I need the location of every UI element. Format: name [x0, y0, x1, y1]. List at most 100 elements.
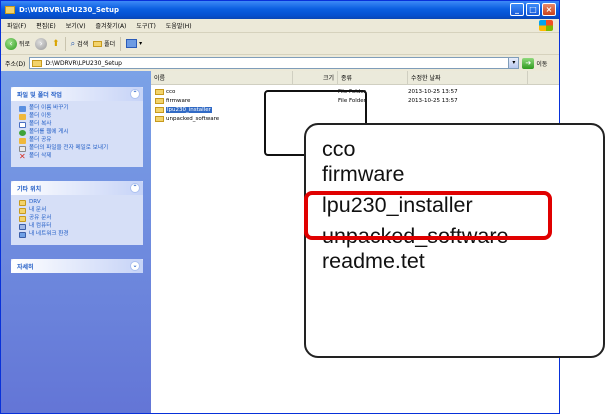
details-title: 자세히 — [17, 263, 34, 271]
other-places-header[interactable]: 기타 위치 ⌃ — [11, 181, 143, 195]
file-tasks-panel: 파일 및 폴더 작업 ⌃ 폴더 이름 바꾸기 폴더 이동 폴더 복사 폴더를 웹… — [11, 87, 143, 167]
installer-highlight-box — [304, 191, 552, 240]
shared-documents-icon — [19, 216, 26, 222]
other-places-title: 기타 위치 — [17, 185, 42, 193]
folder-icon — [155, 115, 164, 122]
task-label: 폴더 이동 — [29, 113, 52, 119]
folders-button[interactable]: 폴더 — [93, 39, 115, 48]
go-arrow-icon: ➔ — [522, 57, 535, 69]
menu-edit[interactable]: 편집(E) — [36, 21, 56, 30]
place-label: 공유 문서 — [29, 215, 52, 221]
place-shared-documents[interactable]: 공유 문서 — [19, 215, 137, 222]
place-label: 내 컴퓨터 — [29, 223, 52, 229]
task-copy-folder[interactable]: 폴더 복사 — [19, 121, 137, 128]
place-my-computer[interactable]: 내 컴퓨터 — [19, 223, 137, 230]
task-share-folder[interactable]: 폴더 공유 — [19, 137, 137, 144]
dropdown-arrow-icon: ▾ — [139, 40, 143, 47]
menu-view[interactable]: 보기(V) — [66, 21, 86, 30]
place-label: 내 문서 — [29, 207, 47, 213]
share-icon — [19, 138, 26, 144]
close-button[interactable]: × — [542, 3, 556, 16]
forward-button[interactable]: › — [35, 37, 48, 50]
folder-icon — [155, 97, 164, 104]
column-type[interactable]: 종류 — [338, 71, 408, 84]
file-name: unpacked_software — [166, 115, 220, 122]
menu-help[interactable]: 도움말(H) — [166, 21, 192, 30]
forward-arrow-icon: › — [35, 37, 48, 50]
menu-favorites[interactable]: 즐겨찾기(A) — [96, 21, 127, 30]
file-date: 2013-10-25 13:57 — [408, 97, 458, 104]
task-label: 폴더를 웹에 게시 — [29, 129, 69, 135]
task-pane: 파일 및 폴더 작업 ⌃ 폴더 이름 바꾸기 폴더 이동 폴더 복사 폴더를 웹… — [1, 71, 151, 413]
place-my-documents[interactable]: 내 문서 — [19, 207, 137, 214]
move-icon — [19, 114, 26, 120]
collapse-chevron-icon[interactable]: ⌃ — [130, 183, 140, 193]
address-input[interactable]: D:\WDRVR\LPU230_Setup ▾ — [29, 57, 520, 69]
task-rename-folder[interactable]: 폴더 이름 바꾸기 — [19, 105, 137, 112]
menu-tools[interactable]: 도구(T) — [136, 21, 155, 30]
details-header[interactable]: 자세히 ⌄ — [11, 259, 143, 273]
task-label: 폴더의 파일을 전자 메일로 보내기 — [29, 145, 109, 151]
file-name: lpu230_installer — [166, 106, 212, 113]
place-label: DRV — [29, 199, 41, 205]
column-size[interactable]: 크기 — [293, 71, 338, 84]
details-panel: 자세히 ⌄ — [11, 259, 143, 273]
zoom-callout: cco firmware lpu230_installer unpacked_s… — [304, 123, 605, 358]
up-folder-icon: ⬆ — [52, 38, 60, 49]
address-label: 주소(D) — [5, 60, 26, 68]
folder-icon — [19, 200, 26, 206]
back-label: 뒤로 — [19, 41, 31, 48]
address-bar: 주소(D) D:\WDRVR\LPU230_Setup ▾ ➔ 이동 — [1, 55, 559, 71]
column-name[interactable]: 이름 — [151, 71, 293, 84]
file-name: firmware — [166, 97, 191, 104]
task-label: 폴더 이름 바꾸기 — [29, 105, 69, 111]
expand-chevron-icon[interactable]: ⌄ — [130, 261, 140, 271]
toolbar-separator — [64, 36, 66, 51]
task-move-folder[interactable]: 폴더 이동 — [19, 113, 137, 120]
computer-icon — [19, 224, 26, 230]
task-publish-web[interactable]: 폴더를 웹에 게시 — [19, 129, 137, 136]
task-delete-folder[interactable]: ✕ 폴더 삭제 — [19, 152, 137, 161]
toolbar-separator — [120, 36, 122, 51]
up-button[interactable]: ⬆ — [52, 39, 60, 49]
collapse-chevron-icon[interactable]: ⌃ — [130, 89, 140, 99]
place-label: 내 네트워크 환경 — [29, 231, 69, 237]
globe-icon — [19, 130, 26, 136]
title-bar: D:\WDRVR\LPU230_Setup _ □ × — [1, 1, 559, 19]
address-dropdown-button[interactable]: ▾ — [508, 58, 519, 68]
folder-icon — [32, 59, 43, 67]
window-title: D:\WDRVR\LPU230_Setup — [19, 6, 119, 14]
task-email-folder[interactable]: 폴더의 파일을 전자 메일로 보내기 — [19, 145, 137, 152]
folder-icon — [5, 6, 15, 14]
column-modified[interactable]: 수정한 날짜 — [408, 71, 528, 84]
search-button[interactable]: ⌕ 검색 — [71, 39, 89, 49]
back-arrow-icon: ‹ — [5, 37, 17, 50]
toolbar: ‹ 뒤로 › ⬆ ⌕ 검색 폴더 ▾ — [1, 33, 559, 55]
other-places-panel: 기타 위치 ⌃ DRV 내 문서 공유 문서 내 컴퓨터 내 네트워크 환경 — [11, 181, 143, 245]
place-drv[interactable]: DRV — [19, 199, 137, 206]
task-label: 폴더 삭제 — [29, 153, 52, 159]
file-name: cco — [166, 88, 176, 95]
callout-line-firmware: firmware — [322, 162, 405, 186]
delete-x-icon: ✕ — [19, 152, 26, 161]
copy-icon — [19, 122, 26, 128]
callout-line-cco: cco — [322, 137, 356, 161]
file-tasks-header[interactable]: 파일 및 폴더 작업 ⌃ — [11, 87, 143, 101]
minimize-button[interactable]: _ — [510, 3, 524, 16]
documents-icon — [19, 208, 26, 214]
callout-line-readme: readme.tet — [322, 249, 425, 273]
go-label: 이동 — [536, 60, 548, 68]
folders-label: 폴더 — [104, 41, 116, 48]
maximize-button[interactable]: □ — [526, 3, 540, 16]
windows-logo-icon — [539, 20, 553, 31]
place-my-network[interactable]: 내 네트워크 환경 — [19, 231, 137, 238]
views-button[interactable]: ▾ — [126, 39, 142, 48]
views-icon — [126, 39, 138, 48]
menu-bar: 파일(F) 편집(E) 보기(V) 즐겨찾기(A) 도구(T) 도움말(H) — [1, 19, 559, 33]
go-button[interactable]: ➔ 이동 — [522, 57, 548, 69]
task-label: 폴더 공유 — [29, 137, 52, 143]
back-button[interactable]: ‹ 뒤로 — [5, 37, 31, 50]
menu-file[interactable]: 파일(F) — [7, 21, 26, 30]
rename-icon — [19, 106, 26, 112]
folder-icon — [155, 106, 164, 113]
